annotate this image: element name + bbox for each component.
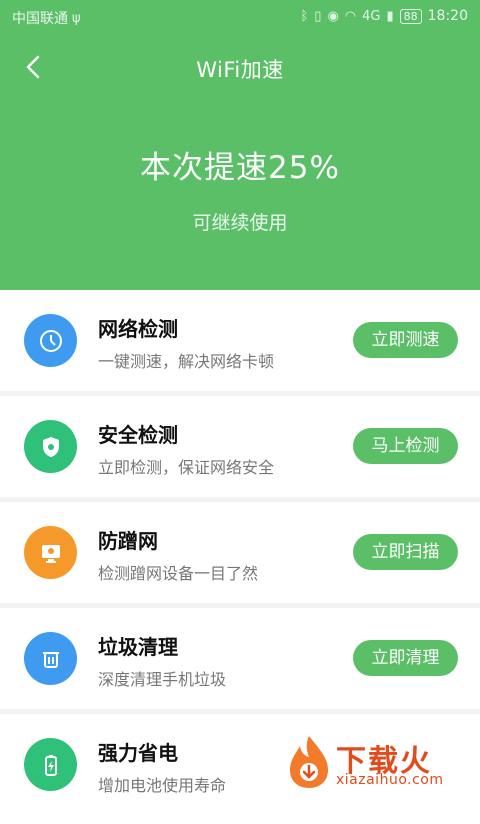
shield-icon: [24, 420, 77, 473]
eye-icon: ◉: [327, 8, 339, 24]
carrier-label: 中国联通: [12, 11, 68, 27]
feature-title: 防蹭网: [98, 529, 158, 553]
flame-icon: [290, 736, 328, 788]
speedup-subline: 可继续使用: [192, 212, 288, 234]
header: 中国联通 ψ ᛒ ▯ ◉ ◠ 4G ▮ 88 18:20 WiFi加速 本次提速…: [0, 0, 480, 290]
usb-icon: ψ: [72, 10, 81, 26]
page-title: WiFi加速: [196, 58, 284, 82]
scan-button[interactable]: 立即扫描: [353, 534, 458, 570]
monitor-icon: [24, 526, 77, 579]
battery-icon: [24, 738, 77, 791]
trash-icon: [24, 632, 77, 685]
speed-test-button[interactable]: 立即测速: [353, 322, 458, 358]
feature-item-anti-freeloading[interactable]: 防蹭网 检测蹭网设备一目了然 立即扫描: [0, 502, 480, 608]
watermark-logo: 下载火 xiazaihuo.com: [284, 734, 474, 794]
time-label: 18:20: [427, 8, 468, 24]
feature-desc: 深度清理手机垃圾: [98, 670, 227, 689]
feature-item-network[interactable]: 网络检测 一键测速，解决网络卡顿 立即测速: [0, 290, 480, 396]
clock-icon: [24, 314, 77, 367]
feature-desc: 增加电池使用寿命: [98, 776, 227, 795]
signal-icon: ▮: [386, 8, 394, 24]
clean-button[interactable]: 立即清理: [353, 640, 458, 676]
network-label: 4G: [362, 8, 381, 24]
feature-desc: 一键测速，解决网络卡顿: [98, 352, 275, 371]
speedup-result: 本次提速25%: [140, 150, 340, 186]
bluetooth-icon: ᛒ: [300, 8, 309, 24]
status-left: 中国联通 ψ: [12, 8, 81, 28]
feature-desc: 立即检测，保证网络安全: [98, 458, 275, 477]
battery-indicator: 88: [399, 8, 422, 24]
feature-title: 安全检测: [98, 423, 178, 447]
vibrate-icon: ▯: [314, 8, 322, 24]
feature-title: 网络检测: [98, 317, 178, 341]
feature-item-cleanup[interactable]: 垃圾清理 深度清理手机垃圾 立即清理: [0, 608, 480, 714]
feature-desc: 检测蹭网设备一目了然: [98, 564, 259, 583]
wifi-icon: ◠: [344, 8, 357, 24]
feature-item-security[interactable]: 安全检测 立即检测，保证网络安全 马上检测: [0, 396, 480, 502]
status-right: ᛒ ▯ ◉ ◠ 4G ▮ 88 18:20: [300, 8, 468, 24]
status-bar: 中国联通 ψ ᛒ ▯ ◉ ◠ 4G ▮ 88 18:20: [0, 0, 480, 34]
watermark-sub: xiazaihuo.com: [336, 772, 444, 788]
feature-title: 强力省电: [98, 741, 178, 765]
security-check-button[interactable]: 马上检测: [353, 428, 458, 464]
feature-title: 垃圾清理: [98, 635, 178, 659]
